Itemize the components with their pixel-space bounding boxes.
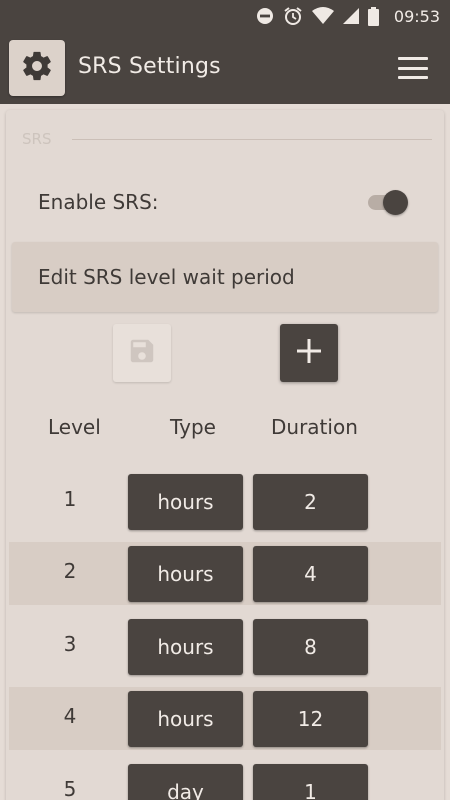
section-divider	[72, 139, 432, 140]
duration-button[interactable]: 1	[253, 764, 368, 800]
table-row: 3 hours 8	[9, 615, 441, 678]
save-button[interactable]	[113, 324, 171, 382]
settings-button[interactable]	[9, 40, 65, 96]
level-value: 3	[63, 632, 77, 656]
type-button[interactable]: hours	[128, 691, 243, 747]
signal-icon	[342, 8, 359, 24]
section-label: SRS	[22, 130, 52, 148]
do-not-disturb-icon	[256, 7, 274, 25]
type-button[interactable]: hours	[128, 474, 243, 530]
duration-button[interactable]: 8	[253, 619, 368, 675]
plus-icon	[296, 338, 322, 368]
enable-srs-label: Enable SRS:	[38, 190, 159, 214]
gear-icon	[20, 49, 54, 87]
level-value: 2	[63, 559, 77, 583]
level-value: 5	[63, 777, 77, 800]
column-header-duration: Duration	[271, 415, 358, 439]
column-header-level: Level	[48, 415, 101, 439]
table-row: 4 hours 12	[9, 687, 441, 750]
level-value: 4	[63, 704, 77, 728]
alarm-icon	[283, 6, 303, 26]
table-row: 2 hours 4	[9, 542, 441, 605]
wifi-icon	[311, 7, 334, 25]
save-icon	[127, 336, 157, 370]
column-header-type: Type	[170, 415, 216, 439]
menu-button[interactable]	[398, 55, 430, 81]
status-clock: 09:53	[393, 6, 440, 26]
duration-button[interactable]: 2	[253, 474, 368, 530]
type-button[interactable]: hours	[128, 546, 243, 602]
srs-settings-card: SRS Enable SRS: Edit SRS level wait peri…	[6, 110, 444, 800]
edit-wait-period-label: Edit SRS level wait period	[38, 265, 295, 289]
status-bar: 09:53	[0, 0, 450, 32]
type-button[interactable]: hours	[128, 619, 243, 675]
battery-icon	[367, 6, 379, 26]
page-title: SRS Settings	[78, 54, 221, 79]
app-bar: SRS Settings	[0, 32, 450, 104]
status-icons: 09:53	[256, 4, 440, 28]
table-row: 1 hours 2	[9, 470, 441, 533]
menu-icon-bar	[398, 57, 428, 60]
type-button[interactable]: day	[128, 764, 243, 800]
menu-icon-bar	[398, 66, 428, 70]
add-level-button[interactable]	[280, 324, 338, 382]
menu-icon-bar	[398, 76, 428, 79]
duration-button[interactable]: 4	[253, 546, 368, 602]
table-row: 5 day 1	[9, 760, 441, 800]
edit-wait-period-header[interactable]: Edit SRS level wait period	[12, 242, 438, 312]
enable-srs-toggle[interactable]	[368, 189, 410, 215]
duration-button[interactable]: 12	[253, 691, 368, 747]
toggle-thumb	[383, 190, 408, 215]
level-value: 1	[63, 487, 77, 511]
